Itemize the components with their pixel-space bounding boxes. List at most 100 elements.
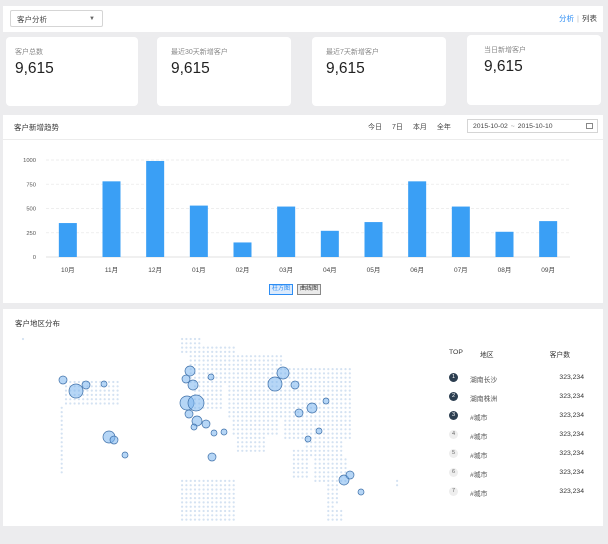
bar-chart-button[interactable]: 柱方图 xyxy=(269,284,294,295)
map-bubble[interactable] xyxy=(201,419,211,429)
view-analysis-tab[interactable]: 分析 xyxy=(559,14,574,23)
chart-bar xyxy=(539,221,558,257)
rank-badge: 7 xyxy=(449,487,458,496)
y-tick-label: 500 xyxy=(26,207,36,213)
map-bubble[interactable] xyxy=(357,488,365,496)
rank-count: 323,234 xyxy=(559,431,584,438)
rank-city: 湖南长沙 xyxy=(470,377,498,384)
stat-label: 客户总数 xyxy=(15,49,43,56)
table-row[interactable]: 1 湖南长沙 323,234 xyxy=(446,373,586,385)
rank-city: #城市 xyxy=(470,434,488,441)
x-tick-label: 07月 xyxy=(454,266,468,274)
date-range-input[interactable]: 2015-10-02 ~2015-10-10 xyxy=(467,119,598,133)
map-bubble[interactable] xyxy=(207,452,217,462)
rank-badge: 6 xyxy=(449,468,458,477)
map-bubble[interactable] xyxy=(207,373,215,381)
map-bubble[interactable] xyxy=(81,380,91,390)
top-bar: 客户分析 ▼ 分析 | 列表 xyxy=(3,6,603,32)
stat-label: 最近30天新增客户 xyxy=(171,49,228,56)
stat-card-today: 当日新增客户 9,615 xyxy=(467,35,601,105)
chart-bar xyxy=(451,206,470,257)
x-tick-label: 03月 xyxy=(279,266,293,274)
map-bubble[interactable] xyxy=(220,428,228,436)
stat-value: 9,615 xyxy=(326,60,365,77)
analysis-select[interactable]: 客户分析 ▼ xyxy=(10,10,103,27)
table-row[interactable]: 2 湖南株洲 323,234 xyxy=(446,392,586,404)
rank-city: #城市 xyxy=(470,415,488,422)
range-tab-year[interactable]: 全年 xyxy=(437,124,451,131)
table-row[interactable]: 3 #城市 323,234 xyxy=(446,411,586,423)
stat-value: 9,615 xyxy=(484,58,523,75)
y-tick-label: 0 xyxy=(33,255,36,261)
range-tab-7days[interactable]: 7日 xyxy=(392,124,403,131)
map-bubble[interactable] xyxy=(121,451,129,459)
line-chart-button[interactable]: 曲线图 xyxy=(297,284,322,295)
map-bubble[interactable] xyxy=(322,397,330,405)
x-tick-label: 05月 xyxy=(367,266,381,274)
stat-label: 当日新增客户 xyxy=(484,47,526,54)
x-tick-label: 01月 xyxy=(192,266,206,274)
map-bubble[interactable] xyxy=(306,402,318,414)
region-title: 客户地区分布 xyxy=(15,319,60,328)
y-tick-label: 750 xyxy=(26,182,36,188)
header-top: TOP xyxy=(449,349,463,356)
rank-badge: 1 xyxy=(449,373,458,382)
header-count: 客户数 xyxy=(549,352,570,359)
rank-city: #城市 xyxy=(470,491,488,498)
table-row[interactable]: 4 #城市 323,234 xyxy=(446,430,586,442)
map-bubble[interactable] xyxy=(109,435,119,445)
table-row[interactable]: 7 #城市 323,234 xyxy=(446,487,586,499)
rank-badge: 5 xyxy=(449,449,458,458)
stat-card-total: 客户总数 9,615 xyxy=(6,37,138,106)
table-row[interactable]: 5 #城市 323,234 xyxy=(446,449,586,461)
map-bubble[interactable] xyxy=(294,408,304,418)
rank-count: 323,234 xyxy=(559,374,584,381)
date-end: 2015-10-10 xyxy=(517,123,553,130)
x-tick-label: 02月 xyxy=(236,266,250,274)
header-area: 地区 xyxy=(480,352,494,359)
map-bubble[interactable] xyxy=(210,429,218,437)
map-bubble[interactable] xyxy=(267,376,283,392)
rank-count: 323,234 xyxy=(559,469,584,476)
y-tick-label: 1000 xyxy=(23,158,36,164)
x-tick-label: 06月 xyxy=(410,266,424,274)
map-bubble[interactable] xyxy=(276,366,290,380)
map-bubble[interactable] xyxy=(290,380,300,390)
map-bubble[interactable] xyxy=(190,423,198,431)
map-bubble[interactable] xyxy=(187,394,205,412)
chart-bar xyxy=(364,222,383,257)
chart-bar xyxy=(277,206,296,257)
map-bubble[interactable] xyxy=(187,379,199,391)
rank-count: 323,234 xyxy=(559,450,584,457)
stat-value: 9,615 xyxy=(15,60,54,77)
map-bubble[interactable] xyxy=(68,383,84,399)
x-tick-label: 04月 xyxy=(323,266,337,274)
select-value: 客户分析 xyxy=(17,15,47,24)
chart-bar xyxy=(146,160,165,257)
stat-label: 最近7天新增客户 xyxy=(326,49,379,56)
chart-bar xyxy=(233,242,252,257)
map-bubble[interactable] xyxy=(58,375,68,385)
chart-bar xyxy=(408,181,427,257)
chart-bar xyxy=(189,205,208,257)
map-bubble[interactable] xyxy=(315,427,323,435)
range-tab-month[interactable]: 本月 xyxy=(413,124,427,131)
chart-bar xyxy=(102,181,121,257)
trend-title: 客户新增趋势 xyxy=(14,123,59,132)
chart-bar xyxy=(58,223,77,257)
stat-card-30days: 最近30天新增客户 9,615 xyxy=(157,37,291,106)
map-bubble[interactable] xyxy=(184,409,194,419)
trend-panel: 客户新增趋势 今日 7日 本月 全年 2015-10-02 ~2015-10-10 02… xyxy=(3,115,603,303)
map-bubble[interactable] xyxy=(345,470,355,480)
range-tabs: 今日 7日 本月 全年 xyxy=(368,122,461,132)
table-row[interactable]: 6 #城市 323,234 xyxy=(446,468,586,480)
x-tick-label: 09月 xyxy=(541,266,555,274)
calendar-icon[interactable] xyxy=(586,123,593,129)
map-bubble[interactable] xyxy=(304,435,312,443)
view-list-tab[interactable]: 列表 xyxy=(582,14,597,23)
rank-city: 湖南株洲 xyxy=(470,396,498,403)
rank-badge: 2 xyxy=(449,392,458,401)
range-tab-today[interactable]: 今日 xyxy=(368,124,382,131)
map-bubble[interactable] xyxy=(100,380,108,388)
map-bubble[interactable] xyxy=(184,365,196,377)
